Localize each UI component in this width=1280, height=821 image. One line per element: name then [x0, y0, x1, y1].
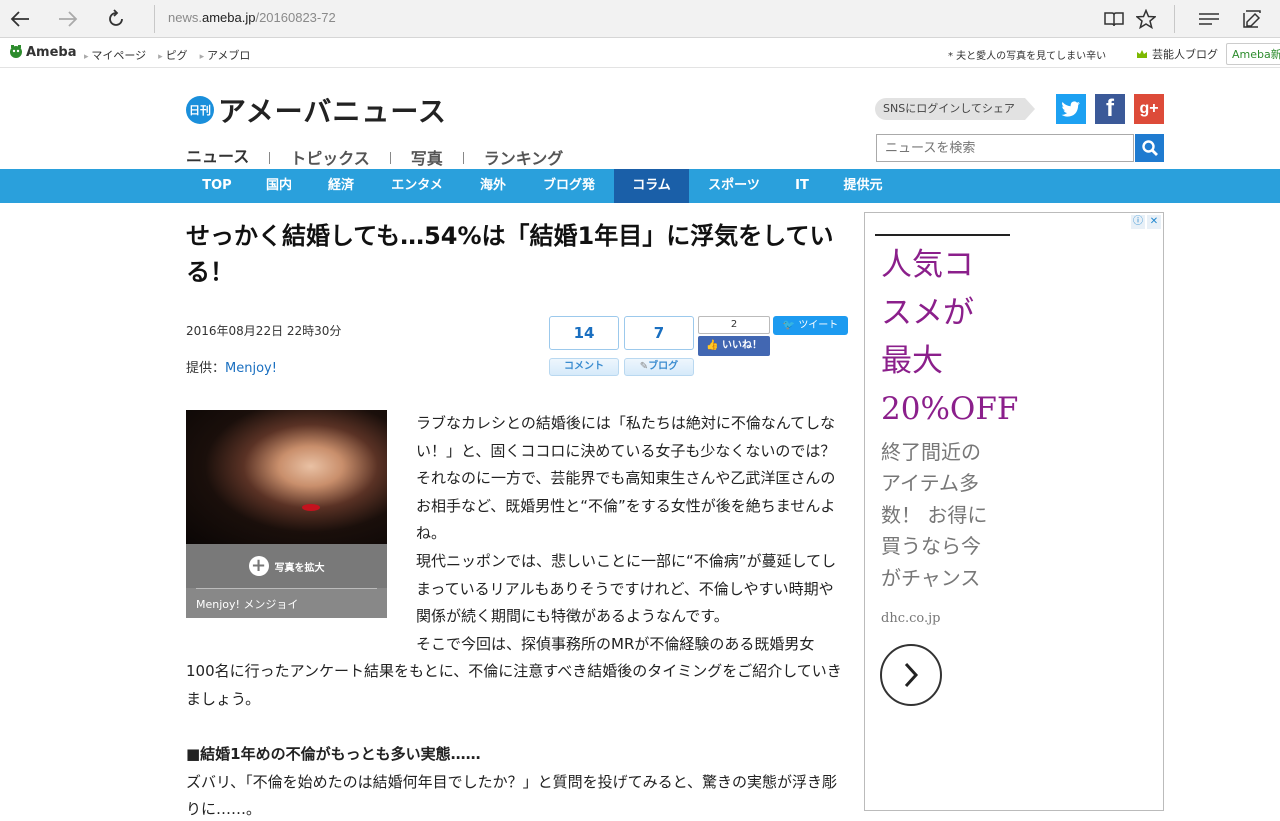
comment-count[interactable]: 14	[549, 316, 619, 350]
pen-icon: ✎	[639, 361, 649, 372]
facebook-like-button[interactable]: 👍 いいね！	[698, 336, 770, 356]
tab-news[interactable]: ニュース	[186, 143, 250, 172]
ad-divider	[875, 234, 1010, 236]
reading-view-icon[interactable]	[1099, 4, 1129, 34]
googleplus-share-button[interactable]: g+	[1134, 94, 1164, 124]
ad-next-button[interactable]	[880, 644, 942, 706]
ad-headline-line: 20%OFF	[881, 391, 1019, 427]
comment-button[interactable]: コメント	[549, 358, 619, 376]
ameba-logo[interactable]: Ameba	[8, 44, 77, 60]
divider	[1174, 5, 1175, 33]
chevron-right-icon	[904, 662, 919, 688]
trending-headline-link[interactable]: * 夫と愛人の写真を見てしまい辛い	[948, 47, 1106, 62]
celebrity-blog-link[interactable]: 芸能人ブログ	[1136, 46, 1218, 62]
category-economy[interactable]: 経済	[310, 169, 372, 203]
article-provider: 提供：Menjoy!	[186, 357, 277, 376]
category-nav: TOP 国内 経済 エンタメ 海外 ブログ発 コラム スポーツ IT 提供元	[0, 169, 1280, 203]
ad-domain: dhc.co.jp	[881, 611, 941, 626]
article-body: ラブなカレシとの結婚後には「私たちは絶対に不倫なんてしない！」と、固くココロに決…	[186, 410, 842, 821]
category-provider[interactable]: 提供元	[825, 169, 901, 203]
nikkan-badge: 日刊	[186, 96, 214, 124]
web-note-icon[interactable]	[1237, 4, 1267, 34]
tweet-label: ツイート	[798, 320, 839, 331]
ad-sub-line: がチャンス	[881, 565, 981, 590]
facebook-f-icon: f	[1106, 95, 1114, 122]
ad-headline-line: スメが	[881, 295, 974, 331]
ameblo-link[interactable]: アメブロ	[200, 47, 250, 63]
crown-icon	[1137, 50, 1147, 58]
news-search	[876, 134, 1164, 162]
category-top[interactable]: TOP	[186, 169, 248, 203]
twitter-bird-icon: 🐦	[782, 320, 796, 331]
refresh-icon[interactable]	[101, 4, 131, 34]
ad-headline-line: 最大	[881, 343, 943, 379]
article-date: 2016年08月22日 22時30分	[186, 324, 342, 338]
twitter-share-button[interactable]	[1056, 94, 1086, 124]
thumbs-up-icon: 👍	[706, 340, 719, 351]
ad-sub-line: 終了間近の	[881, 440, 981, 464]
tab-ranking[interactable]: ランキング	[484, 145, 564, 171]
blog-button[interactable]: ✎ブログ	[624, 358, 694, 376]
ad-headline-line: 人気コ	[881, 247, 974, 283]
forward-arrow-icon[interactable]	[53, 4, 83, 34]
ameba-logo-text: Ameba	[26, 44, 77, 60]
category-blog[interactable]: ブログ発	[524, 169, 614, 203]
googleplus-icon: g+	[1139, 100, 1159, 117]
celebrity-blog-label: 芸能人ブログ	[1152, 48, 1218, 61]
section-nav: ニュース トピックス 写真 ランキング	[186, 143, 563, 172]
category-sports[interactable]: スポーツ	[689, 169, 779, 203]
sns-share-label: SNSにログインしてシェア	[875, 98, 1035, 120]
article-title: せっかく結婚しても…54%は「結婚1年目」に浮気をしている！	[186, 222, 834, 286]
ad-sub-line: 数！ お得に	[881, 502, 988, 527]
hub-menu-icon[interactable]	[1194, 4, 1224, 34]
ameba-global-bar: Ameba マイページ ピグ アメブロ * 夫と愛人の写真を見てしまい辛い 芸能…	[0, 39, 1280, 68]
paragraph: ズバリ、「不倫を始めたのは結婚何年目でしたか？」と質問を投げてみると、驚きの実態…	[186, 772, 838, 819]
blog-count[interactable]: 7	[624, 316, 694, 350]
site-logo[interactable]: 日刊 アメーバニュース	[186, 90, 447, 130]
tab-photos[interactable]: 写真	[411, 145, 443, 171]
browser-toolbar: news.ameba.jp/20160823-72	[0, 0, 1280, 38]
site-title: アメーバニュース	[218, 95, 447, 128]
ameba-register-button[interactable]: Ameba新規	[1226, 43, 1280, 65]
category-domestic[interactable]: 国内	[248, 169, 310, 203]
provider-label: 提供：	[186, 361, 226, 376]
ad-choices[interactable]: ⓘ ✕	[1131, 215, 1161, 229]
mypage-link[interactable]: マイページ	[84, 47, 146, 63]
divider	[389, 151, 391, 164]
category-it[interactable]: IT	[779, 169, 825, 203]
sidebar-ad[interactable]: ⓘ ✕ 人気コ スメが 最大 20%OFF 終了間近の アイテム多 数！ お得に…	[864, 212, 1164, 811]
divider	[462, 151, 464, 164]
paragraph: そこで今回は、探偵事務所のMRが不倫経験のある既婚男女100名に行ったアンケート…	[186, 634, 842, 708]
tab-topics[interactable]: トピックス	[290, 145, 370, 171]
category-column[interactable]: コラム	[614, 169, 689, 203]
ad-sub-line: 買うなら今	[881, 534, 981, 559]
provider-link[interactable]: Menjoy!	[225, 361, 277, 376]
like-label: いいね！	[721, 340, 762, 351]
adchoices-info-icon[interactable]: ⓘ	[1131, 215, 1145, 229]
search-input[interactable]	[876, 134, 1134, 162]
favorite-star-icon[interactable]	[1131, 4, 1161, 34]
back-arrow-icon[interactable]	[5, 4, 35, 34]
article-subheading: ■結婚1年めの不倫がもっとも多い実態……	[186, 745, 481, 764]
pigg-link[interactable]: ピグ	[158, 47, 188, 63]
address-bar[interactable]: news.ameba.jp/20160823-72	[168, 10, 336, 25]
photo-spacer	[186, 410, 416, 632]
category-overseas[interactable]: 海外	[462, 169, 524, 203]
search-button[interactable]	[1135, 134, 1164, 162]
divider	[154, 5, 155, 33]
blog-button-label: ブログ	[648, 361, 679, 372]
twitter-bird-icon	[1061, 101, 1080, 117]
like-count: 2	[698, 316, 770, 334]
ad-close-icon[interactable]: ✕	[1147, 215, 1161, 229]
divider	[269, 151, 271, 164]
ad-headline: 人気コ スメが 最大 20%OFF	[881, 241, 1018, 433]
facebook-share-button[interactable]: f	[1095, 94, 1125, 124]
search-icon	[1141, 140, 1158, 156]
ad-subtext: 終了間近の アイテム多 数！ お得に 買うなら今 がチャンス	[881, 437, 987, 594]
category-entertainment[interactable]: エンタメ	[372, 169, 462, 203]
tweet-button[interactable]: 🐦 ツイート	[773, 316, 848, 335]
ad-sub-line: アイテム多	[881, 471, 979, 496]
ameba-mascot-icon	[10, 45, 22, 58]
